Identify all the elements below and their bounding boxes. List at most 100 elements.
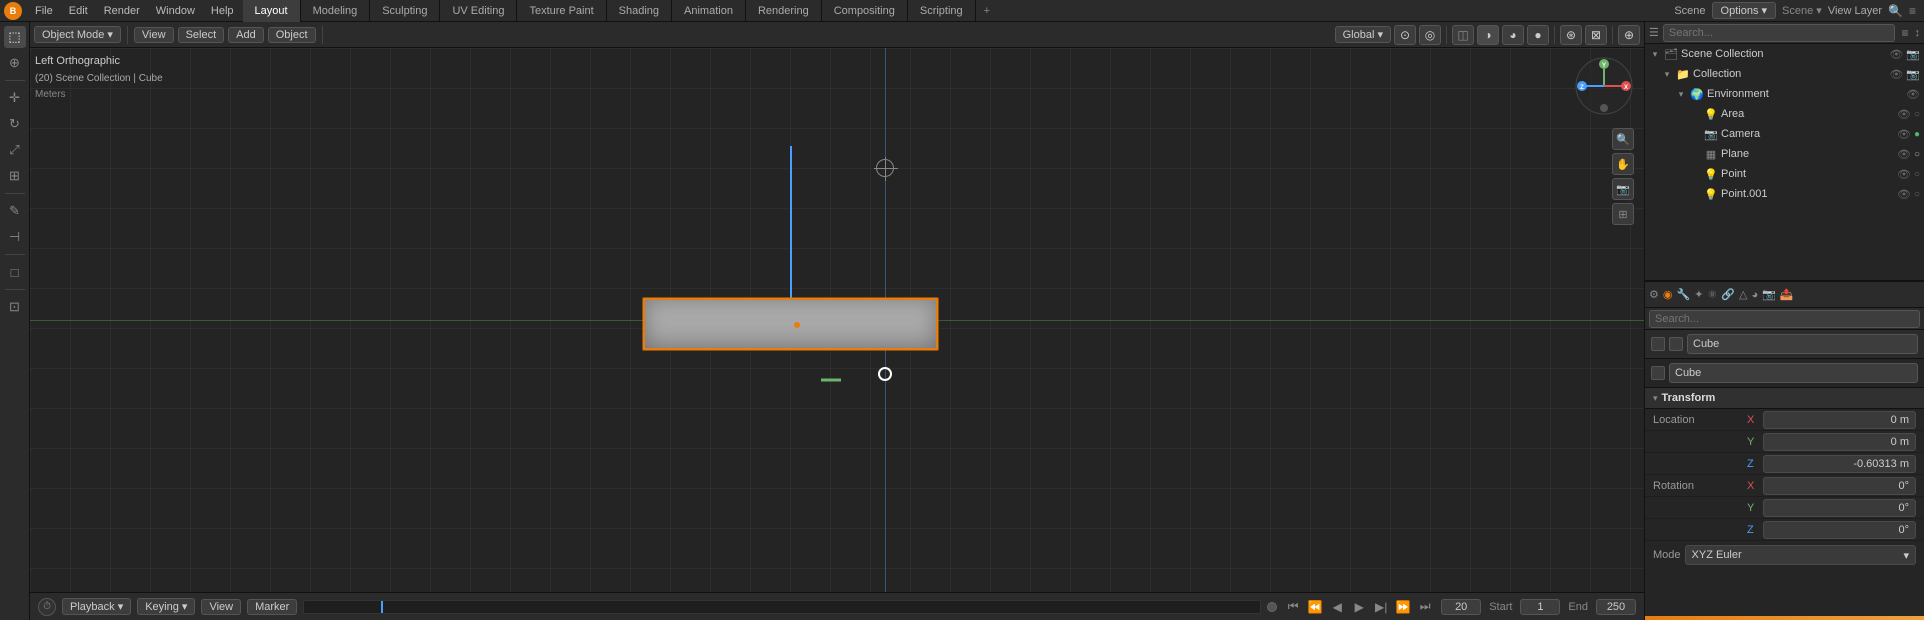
outliner-sort-icon[interactable]: ↕: [1915, 27, 1921, 39]
tab-uv-editing[interactable]: UV Editing: [440, 0, 517, 22]
step-back-button[interactable]: ◀: [1327, 597, 1347, 617]
outliner-item-plane[interactable]: ▦ Plane 👁 ○: [1645, 144, 1924, 164]
props-tab-physics[interactable]: ⚛: [1707, 288, 1717, 301]
object-menu[interactable]: Object: [268, 27, 316, 43]
outliner-item-camera[interactable]: 📷 Camera 👁 ●: [1645, 124, 1924, 144]
timeline-track[interactable]: [303, 600, 1261, 614]
tab-scripting[interactable]: Scripting: [908, 0, 976, 22]
location-x-field[interactable]: 0 m: [1763, 411, 1916, 429]
viewport-3d[interactable]: Left Orthographic (20) Scene Collection …: [30, 48, 1644, 592]
add-menu[interactable]: Add: [228, 27, 264, 43]
area-eye[interactable]: 👁: [1897, 108, 1911, 121]
tab-layout[interactable]: Layout: [243, 0, 301, 22]
tab-rendering[interactable]: Rendering: [746, 0, 822, 22]
menu-window[interactable]: Window: [149, 3, 202, 19]
outliner-item-point[interactable]: 💡 Point 👁 ○: [1645, 164, 1924, 184]
tool-measure[interactable]: ⊣: [4, 226, 26, 248]
tool-add-cube[interactable]: □: [4, 261, 26, 283]
camera-expand[interactable]: [1689, 128, 1701, 140]
solid-icon[interactable]: ◑: [1477, 25, 1499, 45]
point-restrict-icon[interactable]: ○: [1914, 169, 1920, 180]
object-data-name-field[interactable]: [1669, 363, 1918, 383]
outliner-item-collection[interactable]: ▾ 📁 Collection 👁 📷: [1645, 64, 1924, 84]
area-expand[interactable]: [1689, 108, 1701, 120]
outliner-item-environment[interactable]: ▾ 🌍 Environment 👁: [1645, 84, 1924, 104]
plane-expand[interactable]: [1689, 148, 1701, 160]
hand-icon[interactable]: ✋: [1612, 153, 1634, 175]
jump-to-start-button[interactable]: ⏮: [1283, 597, 1303, 617]
outliner-filter-button[interactable]: ≡: [1899, 24, 1910, 42]
plane-restrict-icon[interactable]: ○: [1914, 149, 1920, 160]
snap-icon[interactable]: ⊙: [1394, 25, 1416, 45]
rotation-x-field[interactable]: 0°: [1763, 477, 1916, 495]
filter-icon-top[interactable]: ≡: [1909, 4, 1916, 18]
tool-transform[interactable]: ⊞: [4, 165, 26, 187]
start-frame-display[interactable]: 1: [1520, 599, 1560, 615]
search-icon-top[interactable]: 🔍: [1888, 4, 1903, 18]
tab-texture-paint[interactable]: Texture Paint: [517, 0, 606, 22]
scene-selector[interactable]: Scene ▾: [1782, 4, 1822, 17]
tool-scale[interactable]: ⤢: [4, 139, 26, 161]
collection-expand[interactable]: ▾: [1661, 68, 1673, 80]
object-mode-dropdown[interactable]: Object Mode ▾: [34, 26, 121, 43]
object-name-field[interactable]: [1687, 334, 1918, 354]
rotation-mode-dropdown[interactable]: XYZ Euler ▾: [1685, 545, 1916, 565]
gizmo-toggle-icon[interactable]: ⊕: [1618, 25, 1640, 45]
overlay-icon[interactable]: ⊛: [1560, 25, 1582, 45]
navigation-gizmo[interactable]: Y X Z: [1574, 56, 1634, 116]
handle-x-axis[interactable]: [821, 378, 841, 381]
tab-shading[interactable]: Shading: [607, 0, 672, 22]
point001-restrict-icon[interactable]: ○: [1914, 189, 1920, 200]
object-visibility-checkbox[interactable]: [1651, 337, 1665, 351]
proportional-icon[interactable]: ◎: [1419, 25, 1441, 45]
tab-compositing[interactable]: Compositing: [822, 0, 908, 22]
tool-annotate[interactable]: ✎: [4, 200, 26, 222]
tab-modeling[interactable]: Modeling: [301, 0, 371, 22]
props-tab-data[interactable]: △: [1739, 288, 1747, 301]
outliner-item-scene-collection[interactable]: ▾ 🗂 Scene Collection 👁 📷: [1645, 44, 1924, 64]
material-icon[interactable]: ◕: [1502, 25, 1524, 45]
end-frame-display[interactable]: 250: [1596, 599, 1636, 615]
point001-eye[interactable]: 👁: [1897, 188, 1911, 201]
select-menu[interactable]: Select: [178, 27, 225, 43]
outliner-item-point-001[interactable]: 💡 Point.001 👁 ○: [1645, 184, 1924, 204]
props-tab-scene[interactable]: ⚙: [1649, 288, 1659, 301]
camera-render-icon[interactable]: ●: [1914, 129, 1920, 140]
collection-render[interactable]: 📷: [1906, 68, 1920, 81]
props-tab-render[interactable]: 📷: [1762, 288, 1776, 301]
tab-animation[interactable]: Animation: [672, 0, 746, 22]
collection-eye[interactable]: 👁: [1889, 68, 1903, 81]
3d-cursor[interactable]: [876, 159, 894, 177]
next-keyframe-button[interactable]: ⏩: [1393, 597, 1413, 617]
outliner-item-area[interactable]: 💡 Area 👁 ○: [1645, 104, 1924, 124]
scene-collection-render[interactable]: 📷: [1906, 48, 1920, 61]
environment-eye[interactable]: 👁: [1906, 88, 1920, 101]
environment-expand[interactable]: ▾: [1675, 88, 1687, 100]
props-tab-constraints[interactable]: 🔗: [1721, 288, 1735, 301]
plane-eye[interactable]: 👁: [1897, 148, 1911, 161]
tool-cursor[interactable]: ⊕: [4, 52, 26, 74]
props-tab-particles[interactable]: ✦: [1694, 288, 1703, 301]
record-button[interactable]: [1267, 602, 1277, 612]
tool-move[interactable]: ✛: [4, 87, 26, 109]
grid-view-icon[interactable]: ⊞: [1612, 203, 1634, 225]
keying-dropdown[interactable]: Keying ▾: [137, 598, 195, 615]
tab-add-button[interactable]: +: [976, 0, 998, 22]
xray-icon[interactable]: ⊠: [1585, 25, 1607, 45]
scene-collection-eye[interactable]: 👁: [1889, 48, 1903, 61]
rendered-icon[interactable]: ●: [1527, 25, 1549, 45]
rotation-y-field[interactable]: 0°: [1763, 499, 1916, 517]
view-timeline-menu[interactable]: View: [201, 599, 241, 615]
props-tab-output[interactable]: 📤: [1780, 288, 1794, 301]
tool-rotate[interactable]: ↻: [4, 113, 26, 135]
tab-sculpting[interactable]: Sculpting: [370, 0, 440, 22]
props-tab-material[interactable]: ◕: [1751, 289, 1758, 301]
mesh-cube-selected[interactable]: [643, 298, 938, 350]
object-render-checkbox[interactable]: [1669, 337, 1683, 351]
view-menu[interactable]: View: [134, 27, 174, 43]
location-y-field[interactable]: 0 m: [1763, 433, 1916, 451]
tool-select-box[interactable]: ⬚: [4, 26, 26, 48]
playback-dropdown[interactable]: Playback ▾: [62, 598, 131, 615]
point-eye[interactable]: 👁: [1897, 168, 1911, 181]
step-forward-button[interactable]: ▶|: [1371, 597, 1391, 617]
